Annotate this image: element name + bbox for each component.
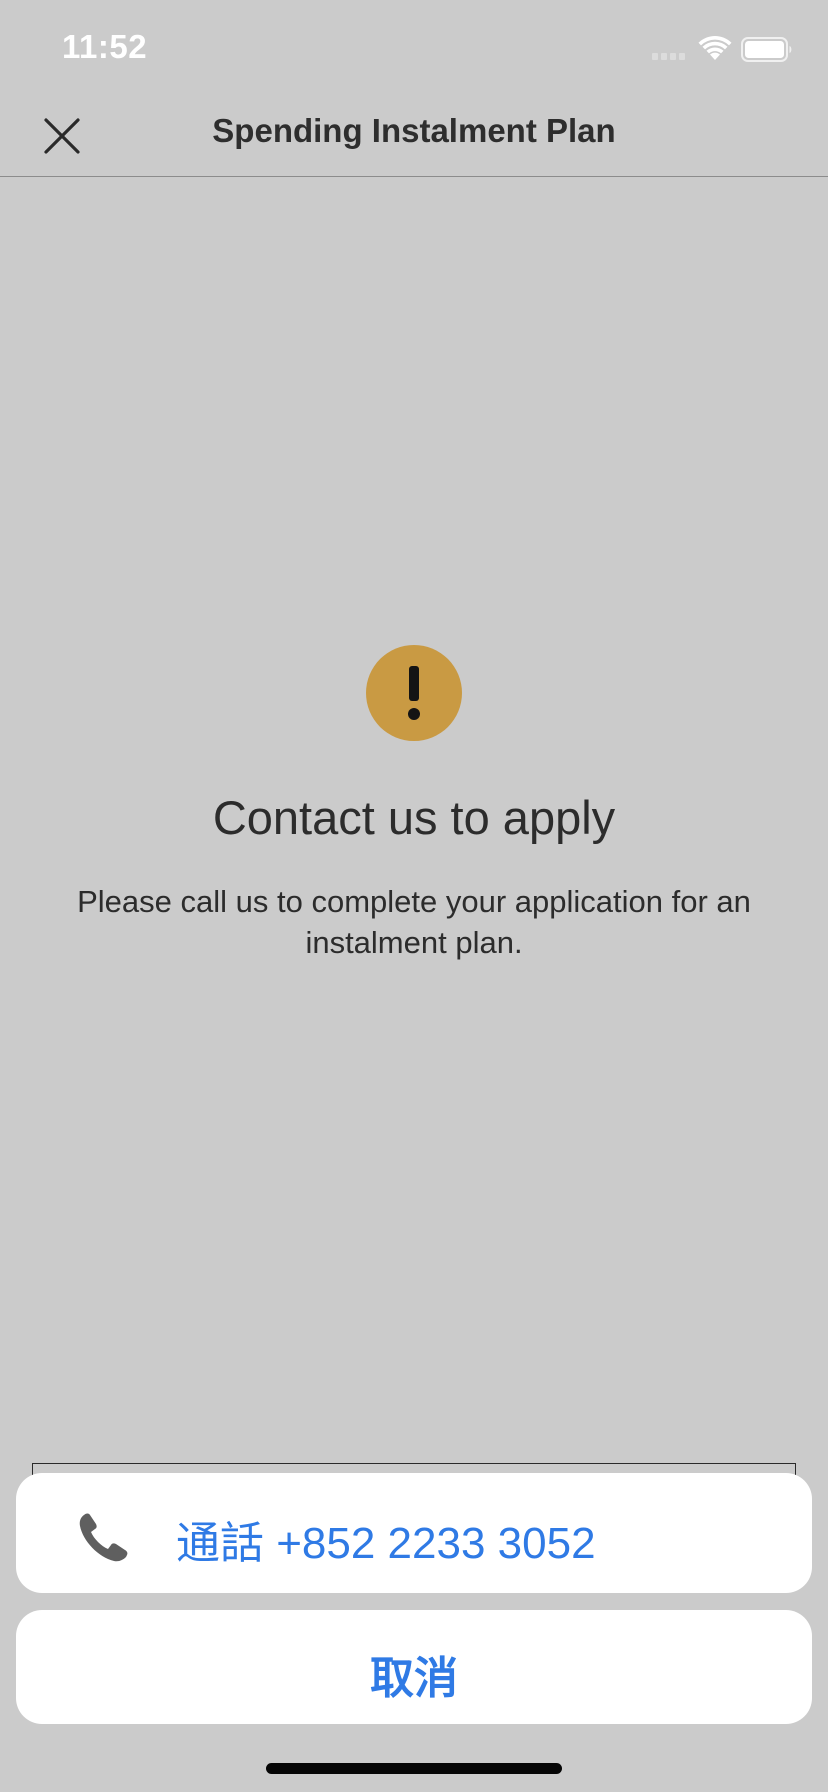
- page-title: Spending Instalment Plan: [212, 112, 616, 149]
- call-phone-button[interactable]: 通話 +852 2233 3052: [16, 1473, 812, 1593]
- exclamation-icon: [366, 645, 462, 741]
- cancel-label: 取消: [370, 1654, 458, 1703]
- cellular-signal-icon: [652, 53, 685, 60]
- contact-message: Please call us to complete your applicat…: [77, 884, 751, 960]
- cancel-button[interactable]: 取消: [16, 1610, 812, 1724]
- home-indicator[interactable]: [266, 1763, 562, 1774]
- navigation-bar: Spending Instalment Plan: [0, 96, 828, 177]
- status-bar: 11:52: [0, 0, 828, 96]
- battery-icon: [741, 37, 792, 62]
- status-time: 11:52: [62, 28, 148, 65]
- contact-heading: Contact us to apply: [212, 791, 616, 844]
- wifi-icon: [698, 36, 732, 60]
- call-phone-label: 通話 +852 2233 3052: [176, 1519, 596, 1568]
- phone-icon: [79, 1513, 128, 1562]
